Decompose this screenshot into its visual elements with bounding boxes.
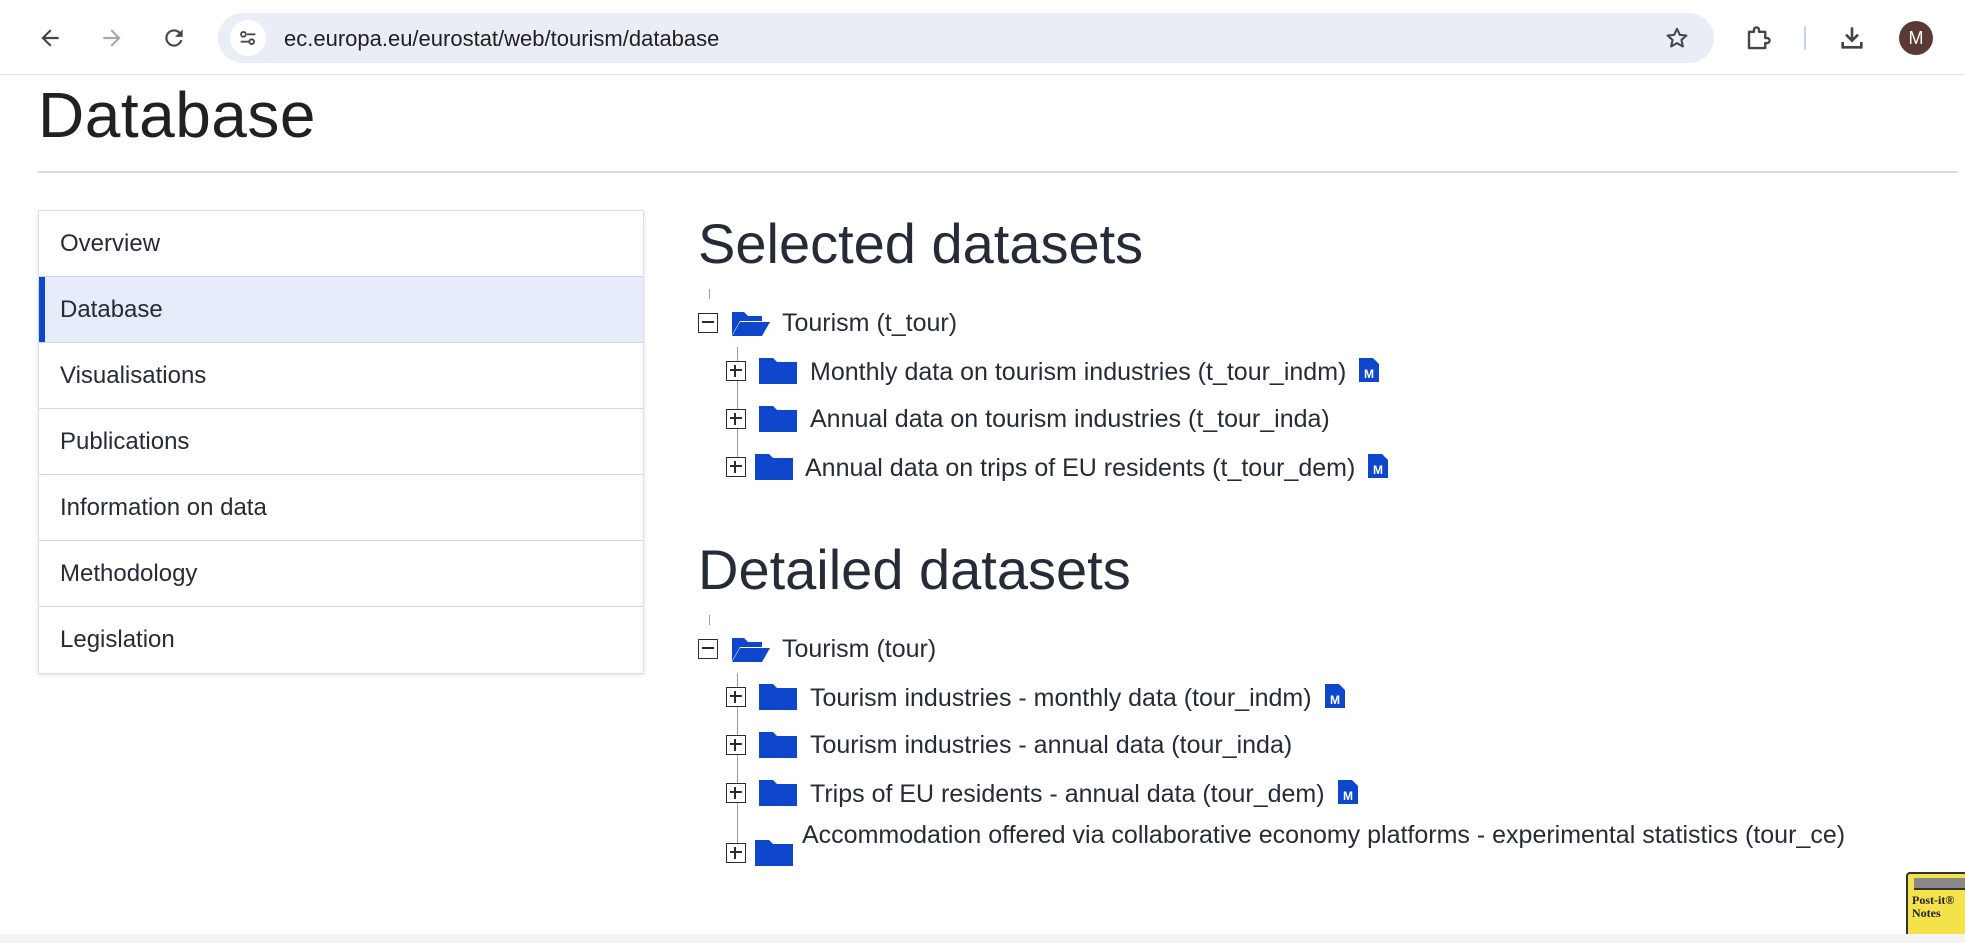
- folder-icon: [755, 454, 793, 480]
- dataset-item: Annual data on trips of EU residents (t_…: [698, 443, 1898, 491]
- folder-icon: [759, 780, 797, 806]
- dataset-item: Annual data on tourism industries (t_tou…: [698, 395, 1898, 443]
- dataset-label[interactable]: Monthly data on tourism industries (t_to…: [810, 358, 1346, 386]
- sidebar-item-legislation[interactable]: Legislation: [39, 607, 643, 673]
- tree-root-label[interactable]: Tourism (tour): [782, 635, 936, 664]
- dataset-item: Tourism industries - monthly data (tour_…: [698, 673, 1918, 721]
- folder-icon: [759, 732, 797, 758]
- expand-toggle-icon[interactable]: [726, 409, 746, 429]
- sidebar-item-label: Publications: [60, 427, 190, 455]
- metadata-icon[interactable]: M: [1358, 357, 1380, 383]
- collapse-toggle-icon[interactable]: [698, 313, 718, 333]
- page-bottom-edge: [0, 934, 1965, 943]
- metadata-icon[interactable]: M: [1324, 683, 1346, 709]
- back-arrow-icon: [41, 29, 59, 47]
- download-icon[interactable]: [1836, 22, 1868, 54]
- sidebar-item-label: Visualisations: [60, 361, 207, 389]
- metadata-icon[interactable]: M: [1367, 453, 1389, 479]
- metadata-icon[interactable]: M: [1337, 779, 1359, 805]
- folder-icon: [759, 684, 797, 710]
- collapse-toggle-icon[interactable]: [698, 639, 718, 659]
- dataset-item: Monthly data on tourism industries (t_to…: [698, 347, 1898, 395]
- site-settings-icon: [240, 31, 256, 45]
- postit-label: Post-it® Notes: [1912, 893, 1955, 920]
- dataset-row: Trips of EU residents - annual data (tou…: [810, 779, 1359, 809]
- sidebar-item-label: Information on data: [60, 493, 267, 521]
- sidebar-item-visualisations[interactable]: Visualisations: [39, 343, 643, 409]
- sidebar-item-label: Database: [60, 295, 163, 323]
- url-text[interactable]: ec.europa.eu/eurostat/web/tourism/databa…: [284, 26, 719, 52]
- detailed-datasets-tree: Tourism (tour) Tourism industries - mont…: [698, 615, 1918, 893]
- dataset-label[interactable]: Tourism industries - annual data (tour_i…: [810, 731, 1292, 760]
- dataset-item: Trips of EU residents - annual data (tou…: [698, 769, 1918, 817]
- sidebar-item-information-on-data[interactable]: Information on data: [39, 475, 643, 541]
- selected-datasets-tree: Tourism (t_tour) Monthly data on tourism…: [698, 289, 1898, 491]
- postit-notes-widget[interactable]: Post-it® Notes: [1906, 872, 1965, 940]
- open-folder-icon: [732, 312, 770, 336]
- svg-text:M: M: [1364, 367, 1374, 381]
- reload-icon: [165, 29, 183, 47]
- reload-button[interactable]: [154, 18, 194, 58]
- expand-toggle-icon[interactable]: [726, 735, 746, 755]
- selected-datasets-heading: Selected datasets: [698, 212, 1144, 275]
- sidebar-item-overview[interactable]: Overview: [39, 211, 643, 277]
- browser-toolbar: ec.europa.eu/eurostat/web/tourism/databa…: [0, 0, 1965, 75]
- page-title: Database: [38, 79, 316, 151]
- title-divider: [38, 171, 1958, 173]
- back-button[interactable]: [30, 18, 70, 58]
- section-sidebar: Overview Database Visualisations Publica…: [38, 210, 644, 674]
- open-folder-icon: [732, 638, 770, 662]
- extensions-icon[interactable]: [1744, 23, 1774, 53]
- forward-button[interactable]: [92, 18, 132, 58]
- tree-root-label[interactable]: Tourism (t_tour): [782, 309, 957, 338]
- sidebar-item-database[interactable]: Database: [39, 277, 643, 343]
- sidebar-item-methodology[interactable]: Methodology: [39, 541, 643, 607]
- sidebar-item-label: Overview: [60, 229, 161, 257]
- tree-root-tourism: Tourism (t_tour): [698, 289, 1898, 347]
- folder-icon: [759, 358, 797, 384]
- folder-icon: [759, 406, 797, 432]
- bookmark-star-icon[interactable]: [1664, 25, 1690, 51]
- expand-toggle-icon[interactable]: [726, 843, 746, 863]
- dataset-label[interactable]: Accommodation offered via collaborative …: [802, 817, 1952, 853]
- dataset-item: Accommodation offered via collaborative …: [698, 817, 1918, 893]
- detailed-datasets-heading: Detailed datasets: [698, 538, 1131, 601]
- expand-toggle-icon[interactable]: [726, 783, 746, 803]
- tree-root-tourism: Tourism (tour): [698, 615, 1918, 673]
- dataset-label[interactable]: Trips of EU residents - annual data (tou…: [810, 780, 1325, 808]
- address-bar[interactable]: ec.europa.eu/eurostat/web/tourism/databa…: [218, 13, 1714, 63]
- dataset-row: Monthly data on tourism industries (t_to…: [810, 357, 1380, 387]
- svg-text:M: M: [1330, 693, 1340, 707]
- svg-text:M: M: [1373, 463, 1383, 477]
- expand-toggle-icon[interactable]: [726, 457, 746, 477]
- sidebar-item-publications[interactable]: Publications: [39, 409, 643, 475]
- dataset-label[interactable]: Annual data on tourism industries (t_tou…: [810, 405, 1330, 434]
- forward-arrow-icon: [103, 29, 121, 47]
- expand-toggle-icon[interactable]: [726, 687, 746, 707]
- svg-text:M: M: [1343, 789, 1353, 803]
- sidebar-item-label: Legislation: [60, 626, 175, 653]
- dataset-label[interactable]: Annual data on trips of EU residents (t_…: [805, 454, 1355, 482]
- folder-icon: [755, 840, 793, 866]
- dataset-row: Annual data on trips of EU residents (t_…: [805, 453, 1389, 483]
- sidebar-item-label: Methodology: [60, 559, 198, 587]
- expand-toggle-icon[interactable]: [726, 361, 746, 381]
- site-settings-button[interactable]: [230, 20, 266, 56]
- profile-avatar[interactable]: M: [1899, 21, 1933, 55]
- toolbar-separator: [1804, 26, 1806, 50]
- dataset-label[interactable]: Tourism industries - monthly data (tour_…: [810, 684, 1312, 712]
- tree-connector: [709, 289, 710, 299]
- dataset-item: Tourism industries - annual data (tour_i…: [698, 721, 1918, 769]
- tree-connector: [709, 615, 710, 625]
- dataset-row: Tourism industries - monthly data (tour_…: [810, 683, 1346, 713]
